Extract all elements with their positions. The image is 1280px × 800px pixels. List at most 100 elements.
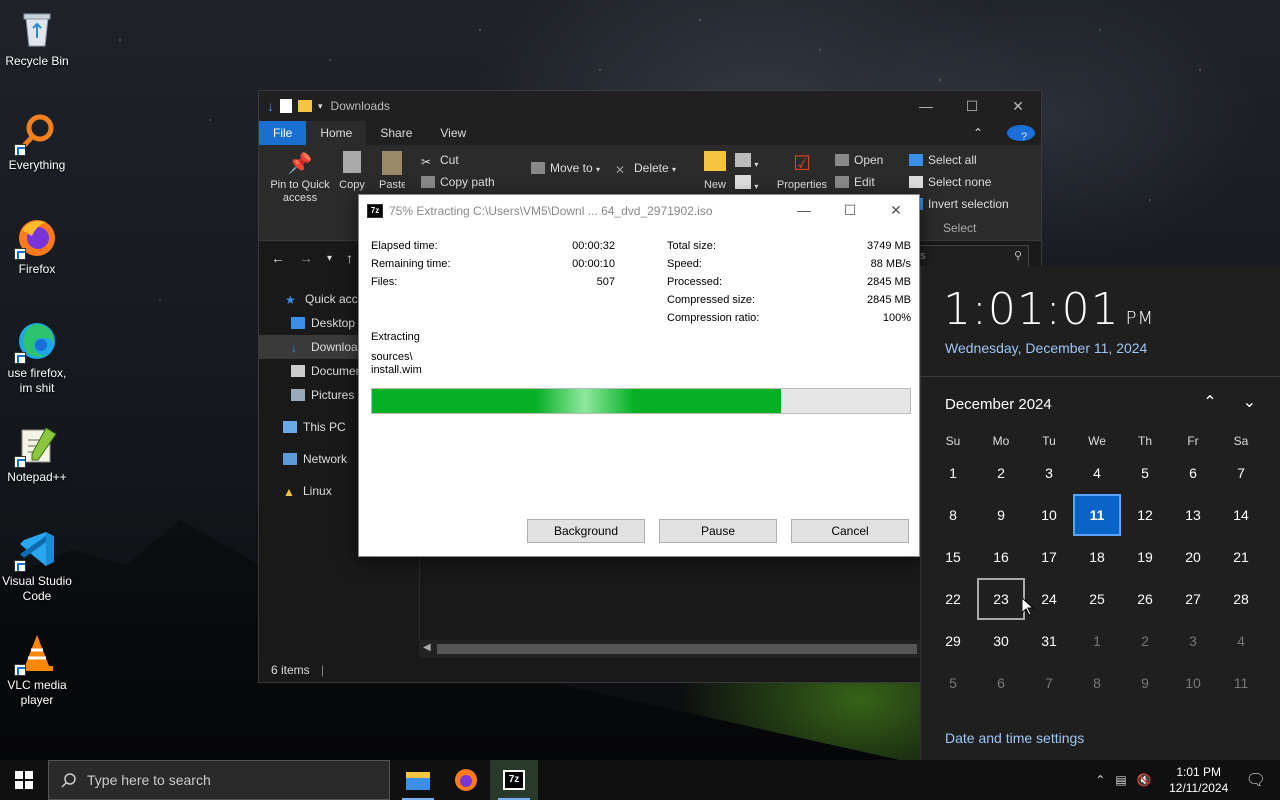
calendar-day[interactable]: 3 bbox=[1169, 620, 1217, 662]
calendar-day[interactable]: 4 bbox=[1217, 620, 1265, 662]
maximize-button[interactable]: ☐ bbox=[949, 98, 995, 115]
taskbar-search-box[interactable]: Type here to search bbox=[48, 760, 390, 800]
chevron-down-icon[interactable]: ▾ bbox=[318, 101, 323, 112]
desktop-icon-everything[interactable]: Everything bbox=[0, 112, 74, 173]
copy-button[interactable]: Copy bbox=[339, 151, 365, 191]
minimize-button[interactable]: — bbox=[781, 202, 827, 219]
calendar-day[interactable]: 5 bbox=[929, 662, 977, 704]
cut-button[interactable]: ✂ Cut bbox=[421, 153, 459, 169]
calendar-day[interactable]: 14 bbox=[1217, 494, 1265, 536]
next-month-chevron-down-icon[interactable]: ⌄ bbox=[1243, 392, 1256, 412]
calendar-day[interactable]: 27 bbox=[1169, 578, 1217, 620]
dialog-title-bar[interactable]: 7z 75% Extracting C:\Users\VM5\Downl ...… bbox=[359, 195, 919, 226]
calendar-day[interactable]: 5 bbox=[1121, 452, 1169, 494]
calendar-day[interactable]: 12 bbox=[1121, 494, 1169, 536]
calendar-day[interactable]: 22 bbox=[929, 578, 977, 620]
calendar-day[interactable]: 4 bbox=[1073, 452, 1121, 494]
calendar-day[interactable]: 6 bbox=[977, 662, 1025, 704]
calendar-day[interactable]: 11 bbox=[1217, 662, 1265, 704]
calendar-day[interactable]: 28 bbox=[1217, 578, 1265, 620]
calendar-day[interactable]: 17 bbox=[1025, 536, 1073, 578]
calendar-day[interactable]: 30 bbox=[977, 620, 1025, 662]
calendar-day[interactable]: 1 bbox=[1073, 620, 1121, 662]
close-button[interactable]: ✕ bbox=[873, 202, 919, 219]
new-folder-button[interactable]: New bbox=[699, 151, 731, 191]
calendar-day[interactable]: 8 bbox=[929, 494, 977, 536]
move-to-button[interactable]: Move to ▾ bbox=[531, 161, 600, 175]
calendar-day[interactable]: 7 bbox=[1217, 452, 1265, 494]
select-none-button[interactable]: Select none bbox=[909, 175, 991, 189]
taskbar-sevenzip[interactable]: 7z bbox=[490, 760, 538, 800]
edit-button[interactable]: Edit bbox=[835, 175, 875, 189]
close-button[interactable]: ✕ bbox=[995, 98, 1041, 115]
help-icon[interactable]: ? bbox=[1007, 125, 1035, 143]
calendar-day[interactable]: 18 bbox=[1073, 536, 1121, 578]
tab-file[interactable]: File bbox=[259, 121, 307, 145]
network-icon[interactable]: ▤ bbox=[1115, 773, 1126, 787]
tab-share[interactable]: Share bbox=[366, 121, 426, 145]
calendar-day[interactable]: 9 bbox=[977, 494, 1025, 536]
desktop-icon-recycle-bin[interactable]: Recycle Bin bbox=[0, 8, 74, 69]
calendar-day[interactable]: 23 bbox=[977, 578, 1025, 620]
cancel-button[interactable]: Cancel bbox=[791, 519, 909, 543]
desktop-icon-notepadpp[interactable]: Notepad++ bbox=[0, 424, 74, 485]
back-arrow-icon[interactable]: ← bbox=[271, 250, 285, 266]
desktop-icon-edge[interactable]: use firefox, im shit bbox=[0, 320, 74, 396]
calendar-day[interactable]: 10 bbox=[1025, 494, 1073, 536]
invert-selection-button[interactable]: Invert selection bbox=[909, 197, 1009, 211]
volume-muted-icon[interactable]: 🔇 bbox=[1137, 773, 1152, 787]
calendar-day[interactable]: 15 bbox=[929, 536, 977, 578]
scrollbar-thumb[interactable] bbox=[437, 644, 917, 654]
up-arrow-icon[interactable]: ↑ bbox=[346, 250, 353, 266]
calendar-day[interactable]: 1 bbox=[929, 452, 977, 494]
paste-button[interactable]: Paste bbox=[379, 151, 405, 191]
calendar-day[interactable]: 25 bbox=[1073, 578, 1121, 620]
calendar-day[interactable]: 20 bbox=[1169, 536, 1217, 578]
minimize-button[interactable]: — bbox=[903, 98, 949, 115]
forward-arrow-icon[interactable]: → bbox=[299, 250, 313, 266]
calendar-day[interactable]: 16 bbox=[977, 536, 1025, 578]
explorer-search-input[interactable]: ds ⚲ bbox=[909, 245, 1029, 267]
desktop-icon-firefox[interactable]: Firefox bbox=[0, 216, 74, 277]
scroll-left-icon[interactable]: ◀ bbox=[423, 642, 431, 653]
notifications-icon[interactable]: 🗨 bbox=[1246, 770, 1266, 790]
properties-check-icon[interactable] bbox=[280, 99, 292, 113]
desktop-icon-vscode[interactable]: Visual Studio Code bbox=[0, 528, 74, 604]
calendar-day[interactable]: 10 bbox=[1169, 662, 1217, 704]
calendar-flyout[interactable]: 1:01:01 PM Wednesday, December 11, 2024 D… bbox=[920, 266, 1280, 760]
previous-month-chevron-up-icon[interactable]: ⌃ bbox=[1203, 392, 1216, 412]
show-hidden-icons-chevron-icon[interactable]: ⌃ bbox=[1095, 773, 1105, 787]
folder-icon[interactable] bbox=[298, 100, 312, 112]
easy-access-button[interactable]: ▾ bbox=[735, 175, 758, 192]
calendar-day[interactable]: 13 bbox=[1169, 494, 1217, 536]
date-time-settings-link[interactable]: Date and time settings bbox=[945, 730, 1084, 746]
calendar-day[interactable]: 2 bbox=[1121, 620, 1169, 662]
calendar-day[interactable]: 2 bbox=[977, 452, 1025, 494]
open-button[interactable]: Open bbox=[835, 153, 883, 167]
down-arrow-icon[interactable]: ↓ bbox=[267, 98, 274, 114]
pause-button[interactable]: Pause bbox=[659, 519, 777, 543]
new-item-button[interactable]: ▾ bbox=[735, 153, 758, 170]
calendar-day[interactable]: 7 bbox=[1025, 662, 1073, 704]
pin-quick-access-button[interactable]: 📌 Pin to Quick access bbox=[265, 151, 335, 205]
background-button[interactable]: Background bbox=[527, 519, 645, 543]
calendar-day[interactable]: 21 bbox=[1217, 536, 1265, 578]
tab-home[interactable]: Home bbox=[306, 121, 367, 145]
properties-button[interactable]: ☑ Properties bbox=[773, 151, 831, 191]
copy-path-button[interactable]: Copy path bbox=[421, 175, 495, 189]
explorer-title-bar[interactable]: ↓ ▾ Downloads — ☐ ✕ bbox=[259, 91, 1041, 121]
desktop-icon-vlc[interactable]: VLC media player bbox=[0, 632, 74, 708]
calendar-day[interactable]: 19 bbox=[1121, 536, 1169, 578]
select-all-button[interactable]: Select all bbox=[909, 153, 977, 167]
taskbar-firefox[interactable] bbox=[442, 760, 490, 800]
collapse-ribbon-icon[interactable]: ⌃ bbox=[959, 121, 997, 145]
calendar-day[interactable]: 3 bbox=[1025, 452, 1073, 494]
calendar-day[interactable]: 9 bbox=[1121, 662, 1169, 704]
calendar-day[interactable]: 29 bbox=[929, 620, 977, 662]
taskbar-file-explorer[interactable] bbox=[394, 760, 442, 800]
calendar-day-today[interactable]: 11 bbox=[1073, 494, 1121, 536]
taskbar-clock[interactable]: 1:01 PM 12/11/2024 bbox=[1162, 764, 1236, 796]
tab-view[interactable]: View bbox=[426, 121, 480, 145]
calendar-day[interactable]: 6 bbox=[1169, 452, 1217, 494]
month-title[interactable]: December 2024 bbox=[945, 396, 1052, 413]
